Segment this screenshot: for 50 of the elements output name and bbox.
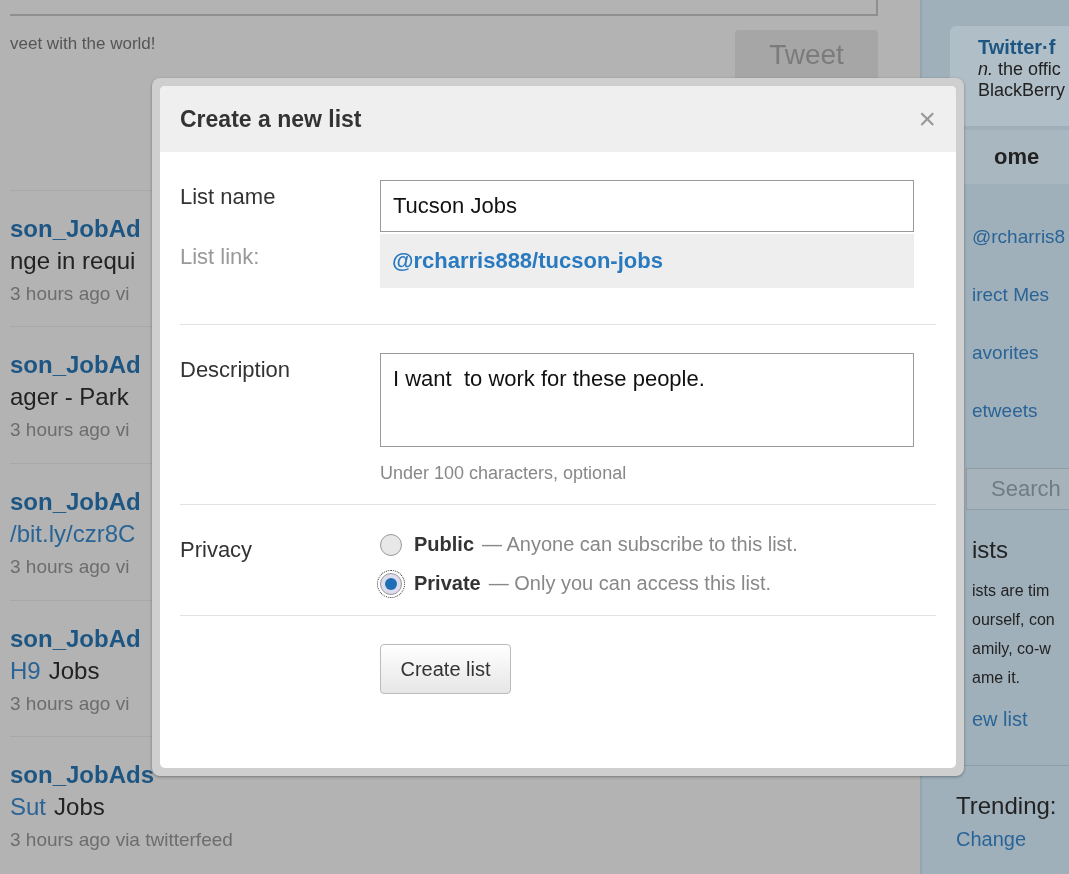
change-link[interactable]: Change	[956, 828, 1069, 851]
compose-hint: veet with the world!	[10, 34, 156, 55]
tweet-meta: 3 hours ago vi	[10, 282, 131, 305]
tweet-text: Jobs	[48, 656, 100, 685]
radio-note: — Only you can access this list.	[488, 572, 772, 595]
field-label: List name	[180, 183, 277, 210]
sidebar-link[interactable]: @rcharris8	[972, 226, 1069, 248]
tweet-author[interactable]: son_JobAd	[10, 624, 141, 653]
tweet-meta: 3 hours ago vi	[10, 555, 131, 578]
tweet-link[interactable]: Sut	[10, 793, 47, 822]
tweet-author[interactable]: son_JobAds	[10, 761, 155, 790]
radio-note: — Anyone can subscribe to this list.	[482, 533, 798, 556]
field-label: List link:	[180, 243, 261, 270]
tweet-author[interactable]: son_JobAd	[10, 487, 141, 516]
radio-button[interactable]	[380, 572, 402, 595]
dialog-title: Create a new list	[180, 105, 362, 133]
promo-text: BlackBerry	[978, 80, 1067, 101]
tweet-link[interactable]: H9	[10, 656, 41, 685]
tweet-link[interactable]: /bit.ly/czr8C	[10, 519, 136, 548]
field-label: Privacy	[180, 536, 254, 563]
radio-label: Private	[414, 572, 481, 595]
trending-heading: Trending:	[956, 792, 1058, 820]
create-list-button[interactable]: Create list	[380, 644, 511, 694]
sidebar-link[interactable]: avorites	[972, 342, 1069, 364]
tweet-author[interactable]: son_JobAd	[10, 351, 141, 380]
tweet-text: Jobs	[54, 793, 105, 822]
sidebar-link[interactable]: irect Mes	[972, 284, 1069, 306]
tweet-text: nge in requi	[10, 246, 136, 275]
lists-description: ame it.	[972, 668, 1021, 688]
tweet-meta: 3 hours ago vi	[10, 692, 131, 715]
tweet-text: ager - Park	[10, 383, 129, 412]
tweet-meta: 3 hours ago vi	[10, 419, 131, 442]
lists-description: amily, co-w	[972, 639, 1052, 659]
field-label: Description	[180, 356, 292, 383]
lists-description: ourself, con	[972, 610, 1056, 630]
promo-title[interactable]: Twitter·f	[978, 36, 1069, 59]
promo-text: n. the offic	[978, 59, 1062, 80]
tweet-meta: 3 hours ago via twitterfeed	[10, 829, 234, 852]
field-hint: Under 100 characters, optional	[380, 463, 627, 484]
sidebar-link[interactable]: etweets	[972, 400, 1069, 422]
new-list-link[interactable]: ew list	[972, 708, 1069, 731]
list-link[interactable]: @rcharris888/tucson-jobs	[392, 248, 663, 274]
tweet-author[interactable]: son_JobAd	[10, 214, 141, 243]
list-name-field[interactable]: Tucson Jobs	[380, 180, 914, 232]
radio-button[interactable]	[380, 533, 402, 556]
description-field[interactable]: I want to work for these people.	[380, 353, 914, 447]
lists-description: ists are tim	[972, 581, 1051, 601]
radio-label: Public	[414, 533, 474, 556]
close-button[interactable]: ×	[918, 102, 936, 136]
lists-heading: ists	[972, 536, 1009, 564]
